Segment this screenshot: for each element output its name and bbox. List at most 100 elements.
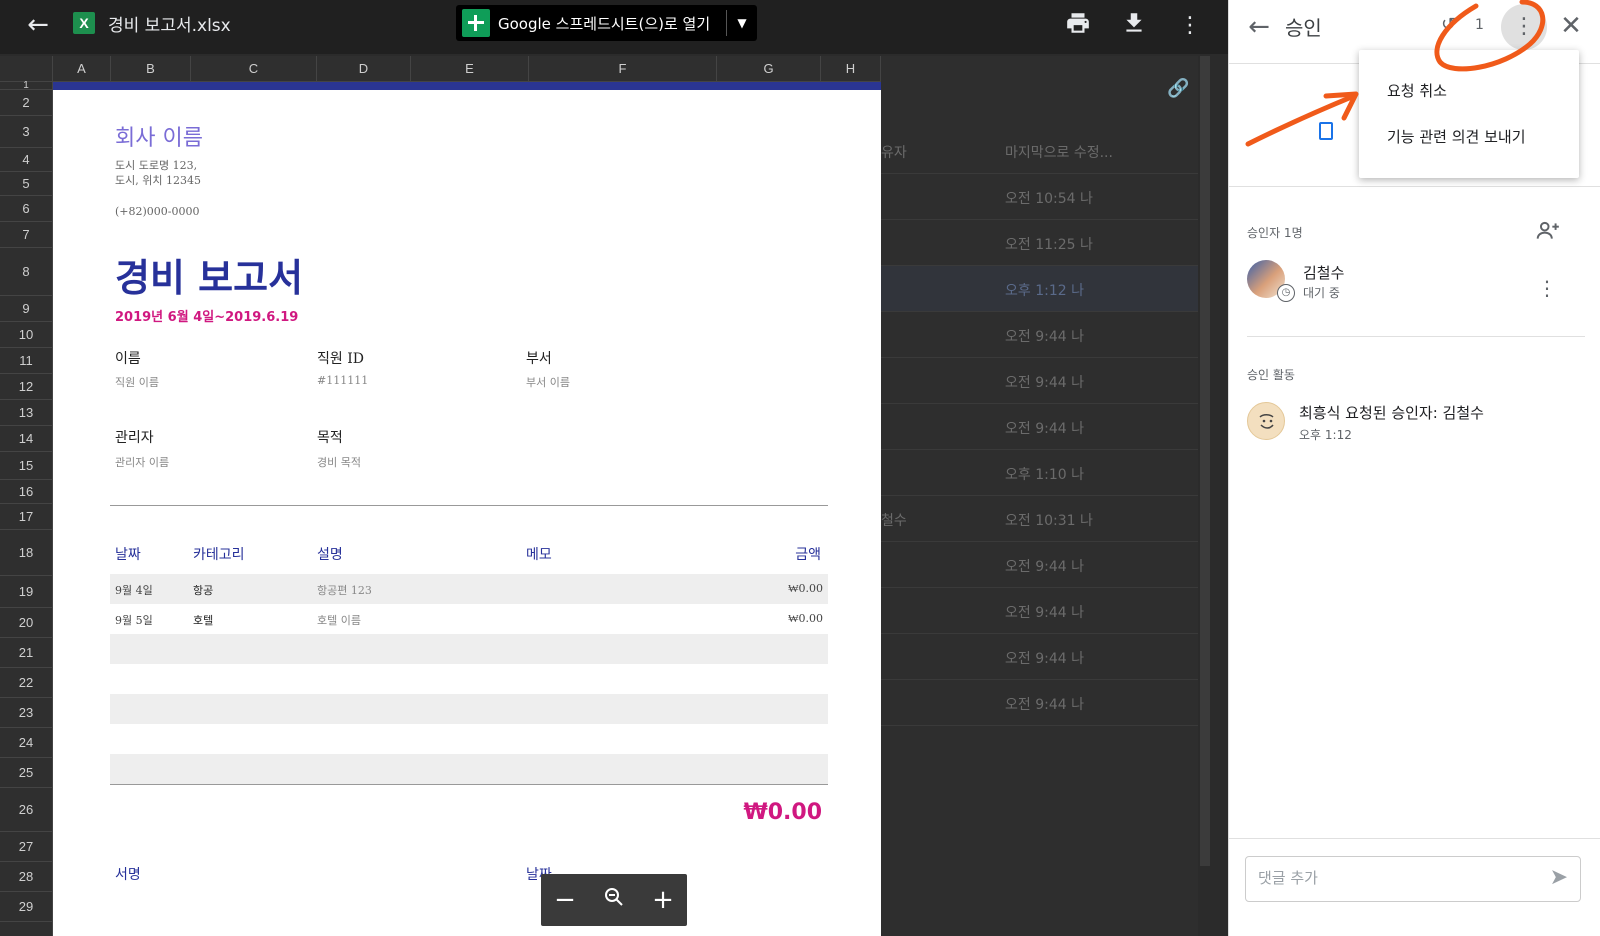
zoom-out-icon[interactable]: −	[554, 885, 576, 915]
row-header-cell[interactable]: 22	[0, 668, 52, 698]
more-vert-icon[interactable]: ⋮	[1501, 4, 1547, 50]
list-item[interactable]: 오전 9:44 나	[881, 404, 1198, 450]
column-header-cell[interactable]: A	[53, 56, 111, 81]
row-header-cell[interactable]: 13	[0, 400, 52, 426]
approver-name: 김철수	[1303, 264, 1345, 282]
table-row[interactable]	[110, 634, 828, 664]
zoom-controls: − +	[541, 874, 687, 926]
cancel-request-menu-item[interactable]: 요청 취소	[1387, 80, 1447, 101]
list-item[interactable]: 오전 9:44 나	[881, 542, 1198, 588]
row-header-cell[interactable]: 27	[0, 832, 52, 862]
close-icon[interactable]: ✕	[1555, 10, 1587, 42]
row-header-cell[interactable]: 25	[0, 758, 52, 788]
row-header-cell[interactable]: 28	[0, 862, 52, 892]
list-item[interactable]: 오후 1:10 나	[881, 450, 1198, 496]
back-arrow-icon[interactable]: ←	[22, 10, 54, 42]
corner-cell[interactable]	[0, 56, 53, 81]
approver-more-icon[interactable]: ⋮	[1537, 276, 1557, 300]
history-count: 1	[1475, 17, 1484, 33]
table-row[interactable]	[110, 694, 828, 724]
row-header-cell[interactable]: 10	[0, 322, 52, 348]
row-header-cell[interactable]: 8	[0, 248, 52, 296]
table-row[interactable]	[110, 754, 828, 784]
report-title: 경비 보고서	[115, 255, 304, 300]
row-header-cell[interactable]: 21	[0, 638, 52, 668]
print-icon[interactable]	[1062, 10, 1094, 42]
table-row[interactable]	[110, 664, 828, 694]
row-header-cell[interactable]: 16	[0, 480, 52, 504]
manager-value: 관리자 이름	[115, 456, 170, 469]
table-bottom-divider	[110, 784, 828, 785]
row-category: 호텔	[193, 614, 214, 627]
list-item[interactable]: 철수 오전 10:31 나	[881, 496, 1198, 542]
document-icon	[1319, 122, 1333, 140]
row-header-cell[interactable]: 7	[0, 222, 52, 248]
column-header-cell[interactable]: G	[717, 56, 821, 81]
row-header-cell[interactable]: 2	[0, 90, 52, 116]
row-header-cell[interactable]: 26	[0, 788, 52, 832]
row-description: 호텔 이름	[317, 614, 361, 627]
more-vert-icon[interactable]: ⋮	[1174, 10, 1206, 42]
comment-box[interactable]: ➤	[1245, 856, 1581, 902]
back-arrow-icon[interactable]: ←	[1243, 12, 1275, 44]
row-header-cell[interactable]: 3	[0, 116, 52, 148]
row-header-cell[interactable]: 11	[0, 348, 52, 374]
row-header-cell[interactable]: 5	[0, 172, 52, 196]
row-header-cell[interactable]: 19	[0, 576, 52, 608]
table-row[interactable]: 9월 4일 항공 항공편 123 ₩0.00	[110, 574, 828, 604]
comment-input[interactable]	[1258, 869, 1518, 887]
activity-text: 최흥식 요청된 승인자: 김철수	[1299, 404, 1484, 422]
table-row[interactable]	[110, 724, 828, 754]
category-column-header: 카테고리	[193, 547, 245, 563]
send-icon[interactable]: ➤	[1550, 865, 1568, 890]
signature-label: 서명	[115, 867, 141, 883]
list-item[interactable]: 오전 9:44 나	[881, 588, 1198, 634]
column-header-cell[interactable]: D	[317, 56, 411, 81]
list-item[interactable]: 오후 1:12 나	[881, 266, 1198, 312]
panel-divider	[1229, 838, 1600, 839]
row-header-cell[interactable]: 23	[0, 698, 52, 728]
row-header-cell[interactable]: 20	[0, 608, 52, 638]
vertical-scrollbar[interactable]	[1200, 56, 1210, 866]
list-item[interactable]: 오전 11:25 나	[881, 220, 1198, 266]
table-row[interactable]: 9월 5일 호텔 호텔 이름 ₩0.00	[110, 604, 828, 634]
total-amount: ₩0.00	[743, 800, 822, 825]
row-header-cell[interactable]: 17	[0, 504, 52, 530]
section-divider	[110, 505, 828, 506]
row-amount: ₩0.00	[788, 582, 823, 595]
column-header-cell[interactable]: H	[821, 56, 881, 81]
row-header-cell[interactable]: 24	[0, 728, 52, 758]
history-icon[interactable]: ↺	[1441, 14, 1456, 35]
download-icon[interactable]	[1118, 10, 1150, 42]
date-column-header: 날짜	[115, 547, 141, 563]
caret-down-icon[interactable]: ▼	[727, 16, 757, 30]
send-feedback-menu-item[interactable]: 기능 관련 의견 보내기	[1387, 126, 1526, 147]
name-value: 직원 이름	[115, 376, 159, 389]
approval-panel: ← 승인 ↺ 1 ⋮ ✕ 승인자 1명 ◷ 김철수 대기 중 ⋮ 승인 활동 최…	[1228, 0, 1600, 936]
add-person-icon[interactable]	[1535, 218, 1561, 249]
zoom-in-icon[interactable]: +	[652, 885, 674, 915]
row-header-cell[interactable]: 4	[0, 148, 52, 172]
row-header-cell[interactable]: 6	[0, 196, 52, 222]
list-item[interactable]: 오전 9:44 나	[881, 358, 1198, 404]
description-column-header: 설명	[317, 547, 343, 563]
column-header-cell[interactable]: E	[411, 56, 529, 81]
row-header-cell[interactable]: 9	[0, 296, 52, 322]
list-item[interactable]: 오전 9:44 나	[881, 312, 1198, 358]
list-item[interactable]: 오전 10:54 나	[881, 174, 1198, 220]
activity-label: 승인 활동	[1247, 368, 1295, 382]
row-header-cell[interactable]: 18	[0, 530, 52, 576]
column-header-cell[interactable]: F	[529, 56, 717, 81]
column-header-cell[interactable]: C	[191, 56, 317, 81]
row-header-cell[interactable]: 12	[0, 374, 52, 400]
zoom-icon[interactable]	[602, 885, 626, 916]
column-header-cell[interactable]: B	[111, 56, 191, 81]
row-header-cell[interactable]: 29	[0, 892, 52, 922]
open-with-button[interactable]: Google 스프레드시트(으)로 열기 ▼	[456, 5, 757, 41]
list-item[interactable]: 오전 9:44 나	[881, 680, 1198, 726]
row-header-cell[interactable]: 14	[0, 426, 52, 452]
row-header-cell[interactable]: 15	[0, 452, 52, 480]
background-toolbar: 🔗	[881, 56, 1198, 99]
list-item[interactable]: 오전 9:44 나	[881, 634, 1198, 680]
row-header-cell[interactable]: 1	[0, 80, 52, 91]
